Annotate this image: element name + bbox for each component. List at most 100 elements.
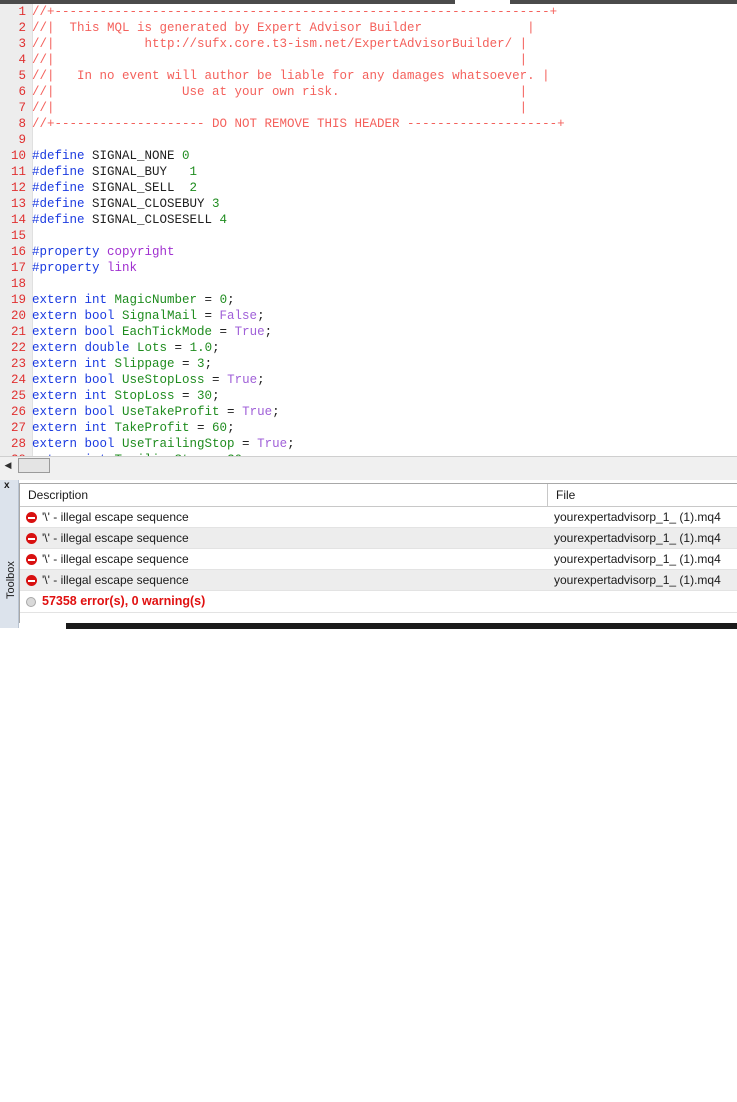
code-token: extern bool bbox=[32, 325, 115, 339]
code-token: = bbox=[204, 293, 220, 307]
code-line-text: #define SIGNAL_CLOSEBUY 3 bbox=[32, 197, 220, 211]
code-line[interactable]: 20 extern bool SignalMail = False; bbox=[0, 308, 737, 324]
error-icon bbox=[26, 533, 37, 544]
line-number: 10 bbox=[10, 149, 26, 163]
code-line[interactable]: 24 extern bool UseStopLoss = True; bbox=[0, 372, 737, 388]
error-file-cell[interactable]: yourexpertadvisorp_1_ (1).mq4 bbox=[548, 570, 737, 590]
table-row[interactable]: '\' - illegal escape sequence yourexperta… bbox=[20, 570, 737, 591]
table-row[interactable]: '\' - illegal escape sequence yourexperta… bbox=[20, 507, 737, 528]
code-line-text: extern bool SignalMail = False; bbox=[32, 309, 265, 323]
line-number: 15 bbox=[10, 229, 26, 243]
code-line-text: extern bool UseTakeProfit = True; bbox=[32, 405, 280, 419]
code-token: = bbox=[242, 437, 258, 451]
line-number: 23 bbox=[10, 357, 26, 371]
code-token: ; bbox=[227, 293, 235, 307]
code-token: extern bool bbox=[32, 373, 115, 387]
error-description-cell[interactable]: '\' - illegal escape sequence bbox=[20, 507, 548, 527]
line-number: 13 bbox=[10, 197, 26, 211]
compile-summary-cell: 57358 error(s), 0 warning(s) bbox=[20, 591, 205, 612]
close-icon[interactable]: x bbox=[4, 481, 10, 491]
code-line[interactable]: 9 bbox=[0, 132, 737, 148]
error-description-cell[interactable]: '\' - illegal escape sequence bbox=[20, 528, 548, 548]
error-file-cell[interactable]: yourexpertadvisorp_1_ (1).mq4 bbox=[548, 549, 737, 569]
compile-summary-text: 57358 error(s), 0 warning(s) bbox=[42, 594, 206, 608]
code-line[interactable]: 16 #property copyright bbox=[0, 244, 737, 260]
code-token: 1 bbox=[189, 165, 198, 179]
column-header-description[interactable]: Description bbox=[20, 484, 548, 506]
error-list-grid[interactable]: Description File '\' - illegal escape se… bbox=[19, 483, 737, 623]
code-line[interactable]: 25 extern int StopLoss = 30; bbox=[0, 388, 737, 404]
code-token: Slippage bbox=[107, 357, 183, 371]
code-line[interactable]: 18 bbox=[0, 276, 737, 292]
code-token: ; bbox=[212, 341, 220, 355]
code-line-text: //| This MQL is generated by Expert Advi… bbox=[32, 21, 535, 35]
code-editor-pane[interactable]: 1 //+------------------------------------… bbox=[0, 4, 737, 456]
error-file-cell[interactable]: yourexpertadvisorp_1_ (1).mq4 bbox=[548, 507, 737, 527]
code-line[interactable]: 6 //| Use at your own risk. | bbox=[0, 84, 737, 100]
table-row[interactable]: '\' - illegal escape sequence yourexperta… bbox=[20, 549, 737, 570]
code-token: 0 bbox=[182, 149, 190, 163]
code-line[interactable]: 1 //+------------------------------------… bbox=[0, 4, 737, 20]
horizontal-scrollbar-thumb[interactable] bbox=[18, 458, 50, 473]
error-grid-header: Description File bbox=[20, 484, 737, 507]
line-number: 11 bbox=[10, 165, 26, 179]
code-line[interactable]: 23 extern int Slippage = 3; bbox=[0, 356, 737, 372]
code-line[interactable]: 5 //| In no event will author be liable f… bbox=[0, 68, 737, 84]
code-token: //| In no event will author be liable fo… bbox=[32, 69, 550, 83]
line-number: 19 bbox=[10, 293, 26, 307]
table-row[interactable]: '\' - illegal escape sequence yourexperta… bbox=[20, 528, 737, 549]
code-token: SIGNAL_CLOSEBUY bbox=[84, 197, 213, 211]
pane-splitter[interactable] bbox=[0, 473, 737, 480]
scroll-left-arrow-icon[interactable]: ◀ bbox=[2, 459, 14, 471]
code-line[interactable]: 10 #define SIGNAL_NONE 0 bbox=[0, 148, 737, 164]
error-description-cell[interactable]: '\' - illegal escape sequence bbox=[20, 570, 548, 590]
code-line[interactable]: 4 //| | bbox=[0, 52, 737, 68]
code-line[interactable]: 12 #define SIGNAL_SELL 2 bbox=[0, 180, 737, 196]
code-line[interactable]: 28 extern bool UseTrailingStop = True; bbox=[0, 436, 737, 452]
code-line-text: #define SIGNAL_BUY 1 bbox=[32, 165, 197, 179]
code-line-text: //+-------------------------------------… bbox=[32, 5, 557, 19]
code-line[interactable]: 7 //| | bbox=[0, 100, 737, 116]
line-number: 18 bbox=[10, 277, 26, 291]
error-icon bbox=[26, 512, 37, 523]
code-line[interactable]: 17 #property link bbox=[0, 260, 737, 276]
code-token: ; bbox=[212, 389, 220, 403]
code-token: SIGNAL_BUY bbox=[84, 165, 190, 179]
code-token: True bbox=[257, 437, 288, 451]
column-header-file[interactable]: File bbox=[548, 484, 737, 506]
code-token: SignalMail bbox=[114, 309, 205, 323]
code-line-text: #define SIGNAL_NONE 0 bbox=[32, 149, 190, 163]
code-line[interactable]: 14 #define SIGNAL_CLOSESELL 4 bbox=[0, 212, 737, 228]
code-line[interactable]: 26 extern bool UseTakeProfit = True; bbox=[0, 404, 737, 420]
code-line-text: //| | bbox=[32, 53, 527, 67]
error-description-text: '\' - illegal escape sequence bbox=[42, 531, 189, 545]
error-grid-body[interactable]: '\' - illegal escape sequence yourexperta… bbox=[20, 507, 737, 591]
code-line[interactable]: 15 bbox=[0, 228, 737, 244]
toolbox-tab-label[interactable]: Toolbox bbox=[5, 559, 17, 599]
code-line[interactable]: 13 #define SIGNAL_CLOSEBUY 3 bbox=[0, 196, 737, 212]
error-icon bbox=[26, 554, 37, 565]
editor-horizontal-scrollbar[interactable]: ◀ bbox=[0, 456, 737, 474]
code-token: extern bool bbox=[32, 309, 115, 323]
code-line-text: extern bool EachTickMode = True; bbox=[32, 325, 272, 339]
code-line[interactable]: 21 extern bool EachTickMode = True; bbox=[0, 324, 737, 340]
code-line[interactable]: 11 #define SIGNAL_BUY 1 bbox=[0, 164, 737, 180]
code-line[interactable]: 3 //| http://sufx.core.t3-ism.net/ExpertA… bbox=[0, 36, 737, 52]
code-line[interactable]: 27 extern int TakeProfit = 60; bbox=[0, 420, 737, 436]
code-line[interactable]: 2 //| This MQL is generated by Expert Adv… bbox=[0, 20, 737, 36]
error-file-cell[interactable]: yourexpertadvisorp_1_ (1).mq4 bbox=[548, 528, 737, 548]
code-line[interactable]: 19 extern int MagicNumber = 0; bbox=[0, 292, 737, 308]
code-token: ; bbox=[272, 405, 280, 419]
code-lines-container[interactable]: 1 //+------------------------------------… bbox=[0, 4, 737, 456]
code-token: //+-------------------- DO NOT REMOVE TH… bbox=[32, 117, 565, 131]
error-icon bbox=[26, 575, 37, 586]
code-token: ; bbox=[257, 309, 265, 323]
code-token: = bbox=[174, 341, 190, 355]
code-token: link bbox=[99, 261, 138, 275]
code-line[interactable]: 8 //+-------------------- DO NOT REMOVE T… bbox=[0, 116, 737, 132]
error-description-cell[interactable]: '\' - illegal escape sequence bbox=[20, 549, 548, 569]
code-line[interactable]: 22 extern double Lots = 1.0; bbox=[0, 340, 737, 356]
code-token: extern bool bbox=[32, 405, 115, 419]
code-token: Lots bbox=[129, 341, 175, 355]
code-token: extern int bbox=[32, 293, 108, 307]
